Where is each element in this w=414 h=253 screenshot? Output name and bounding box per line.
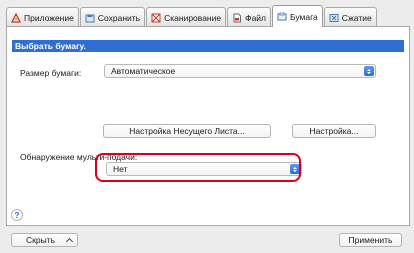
- application-icon: [10, 12, 22, 23]
- hide-label: Скрыть: [26, 235, 56, 245]
- tab-scan[interactable]: Сканирование: [146, 7, 227, 27]
- paper-icon: [277, 12, 287, 22]
- carrier-sheet-settings-button[interactable]: Настройка Несущего Листа...: [103, 124, 271, 138]
- paper-size-select[interactable]: Автоматическое: [104, 64, 376, 78]
- tab-paper[interactable]: Бумага: [272, 5, 323, 27]
- tab-label: Сжатие: [341, 12, 372, 23]
- apply-button[interactable]: Применить: [339, 233, 402, 247]
- section-title: Выбрать бумагу.: [12, 40, 404, 52]
- settings-button[interactable]: Настройка...: [292, 124, 376, 138]
- paper-size-label: Размер бумаги:: [20, 68, 82, 78]
- tab-file[interactable]: Файл: [227, 7, 272, 27]
- paper-panel: Выбрать бумагу. Размер бумаги: Автоматич…: [6, 26, 410, 226]
- compression-icon: [329, 13, 339, 23]
- tab-label: Приложение: [24, 12, 74, 23]
- tab-label: Сканирование: [164, 12, 222, 23]
- help-icon[interactable]: ?: [11, 209, 23, 221]
- scan-icon: [151, 13, 161, 23]
- save-icon: [85, 13, 95, 23]
- chevron-up-icon: [65, 237, 74, 246]
- hide-button[interactable]: Скрыть: [11, 233, 78, 247]
- stepper-icon: [364, 66, 374, 76]
- tab-label: Файл: [245, 12, 267, 23]
- highlight-box: [95, 153, 301, 182]
- tab-save[interactable]: Сохранить: [79, 7, 146, 27]
- tab-bar: Приложение Сохранить Сканирование Файл Б…: [6, 5, 410, 27]
- tab-compression[interactable]: Сжатие: [323, 7, 377, 27]
- file-icon: [232, 13, 242, 23]
- tab-label: Бумага: [290, 11, 318, 22]
- tab-application[interactable]: Приложение: [6, 7, 79, 27]
- paper-size-value: Автоматическое: [111, 66, 176, 76]
- tab-label: Сохранить: [97, 12, 141, 23]
